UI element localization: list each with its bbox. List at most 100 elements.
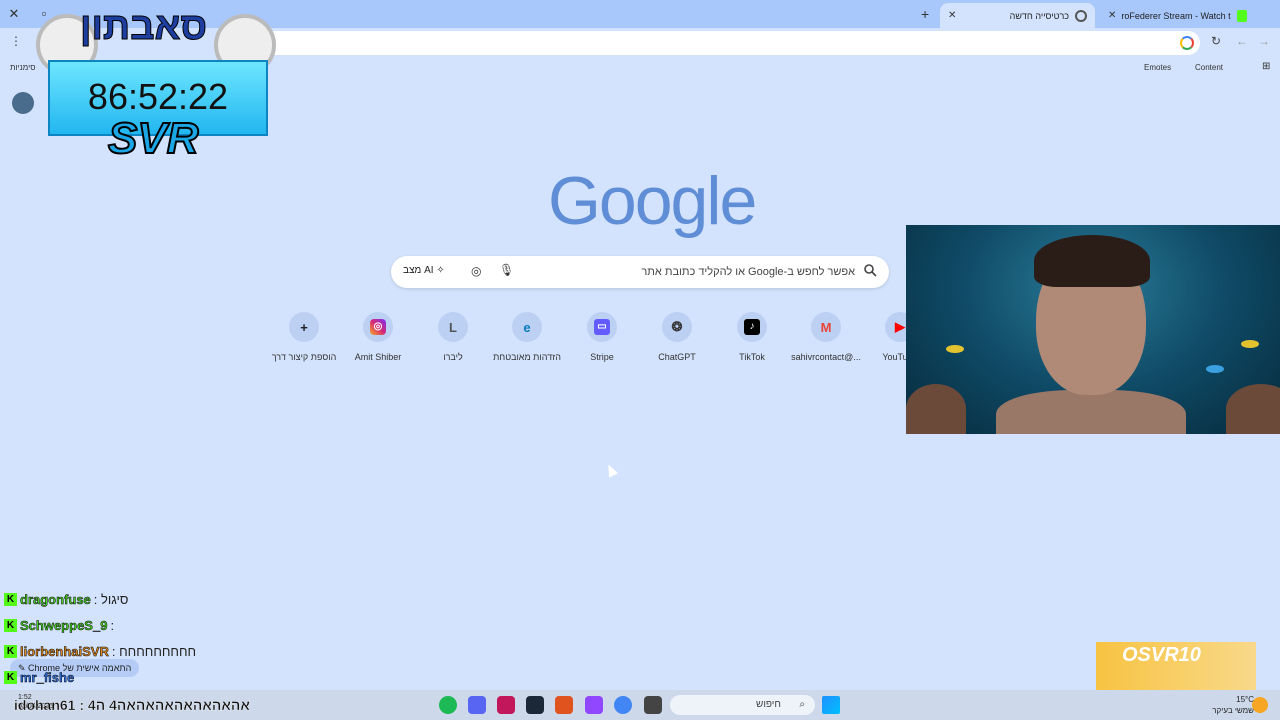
apps-icon[interactable]: ⊞ (1262, 61, 1270, 72)
chat-username: liorbenhaiSVR (20, 644, 109, 660)
tab-new-tab[interactable]: כרטיסייה חדשה ✕ (940, 3, 1095, 28)
kick-badge-icon: K (4, 645, 17, 658)
streamer-hair (1034, 235, 1150, 287)
kick-icon (1236, 9, 1247, 22)
shortcut-label: TikTok (739, 352, 765, 362)
kick-badge-icon: K (4, 593, 17, 606)
ai-mode-label: מצב AI (403, 265, 434, 276)
timer-subtitle: SVR (107, 113, 199, 164)
fish (946, 345, 964, 353)
new-tab-icon[interactable]: + (921, 6, 929, 22)
instagram-icon: ◎ (363, 312, 393, 342)
sun-icon (1252, 697, 1268, 713)
shortcut-libro[interactable]: L ליברו (416, 312, 490, 362)
chat-message: K dragonfuse : סיגול (4, 592, 128, 607)
coral (1226, 384, 1280, 434)
app-icon[interactable] (497, 696, 515, 714)
avatar[interactable] (12, 92, 34, 114)
kick-badge-icon: K (4, 619, 17, 632)
chat-message: K liorbenhaiSVR : חחחחחחחחח (4, 644, 196, 659)
bookmark-content[interactable]: Content (1195, 63, 1223, 72)
windows-start-icon[interactable] (822, 696, 840, 714)
lens-icon[interactable]: ◎ (471, 264, 481, 278)
address-bar[interactable] (250, 31, 1200, 55)
search-label: חיפוש (756, 699, 781, 710)
shortcut-label: ליברו (443, 352, 463, 362)
shortcut-label: הוספת קיצור דרך (271, 352, 337, 362)
tab-title: כרטיסייה חדשה (1009, 10, 1069, 21)
chat-username: SchweppeS_9 (20, 618, 108, 634)
shortcut-label: Stripe (590, 352, 614, 362)
chat-ticker: idohan61 : אהאהאהאהאהאהאה4 ה4 (14, 697, 250, 713)
chat-text: : חחחחחחחחח (111, 644, 197, 659)
timer-value: 86:52:22 (87, 76, 229, 117)
weather-temp: 15°C (1236, 695, 1254, 704)
search-icon: ⌕ (799, 699, 805, 710)
menu-icon[interactable]: ⋮ (10, 34, 22, 48)
search-input[interactable]: אפשר לחפש ב-Google או להקליד כתובת אתר (641, 266, 855, 278)
subathon-title: סאבתון (80, 6, 208, 49)
shortcut-chatgpt[interactable]: ❂ ChatGPT (640, 312, 714, 362)
close-window-icon[interactable]: ✕ (4, 5, 24, 23)
gmail-icon: M (811, 312, 841, 342)
chat-message: K SchweppeS_9 : (4, 618, 114, 633)
sponsor-banner: OSVR10 (1096, 642, 1256, 692)
shortcut-gmail[interactable]: M sahivrcontact@... (789, 312, 863, 362)
steam-icon[interactable] (526, 696, 544, 714)
mouse-cursor (603, 462, 619, 478)
shortcut-secure-login[interactable]: e הזדהות מאובטחת (490, 312, 564, 362)
forward-icon[interactable]: ← (1236, 34, 1248, 48)
chat-text: : סיגול (93, 592, 129, 607)
chrome-icon[interactable] (614, 696, 632, 714)
chatgpt-icon: ❂ (662, 312, 692, 342)
google-logo: Google (548, 163, 757, 239)
libro-icon: L (438, 312, 468, 342)
fish (1206, 365, 1224, 373)
tiktok-icon: ♪ (737, 312, 767, 342)
sponsor-code: OSVR10 (1122, 644, 1201, 666)
tab-pedrofederer[interactable]: PedroFederer Stream - Watch t ✕ (1100, 3, 1255, 28)
chat-username: dragonfuse (20, 592, 91, 608)
shortcut-label: Amit Shiber (354, 352, 402, 362)
shortcut-stripe[interactable]: ▭ Stripe (565, 312, 639, 362)
shortcut-label: ChatGPT (658, 352, 696, 362)
search-box[interactable]: אפשר לחפש ב-Google או להקליד כתובת אתר מ… (391, 256, 889, 288)
kick-badge-icon: K (4, 671, 17, 684)
shortcut-tiktok[interactable]: ♪ TikTok (715, 312, 789, 362)
taskbar: 1:52 03/04/2026 idohan61 : אהאהאהאהאהאהא… (0, 690, 1280, 720)
spotify-icon[interactable] (439, 696, 457, 714)
stripe-icon: ▭ (587, 312, 617, 342)
chrome-icon (1075, 9, 1087, 22)
discord-icon[interactable] (468, 696, 486, 714)
tab-title: PedroFederer Stream - Watch t (1122, 10, 1231, 21)
weather-widget[interactable]: 15°C שמשי בעיקר (1212, 694, 1254, 716)
app-icon[interactable] (555, 696, 573, 714)
plus-icon: + (289, 312, 319, 342)
mic-icon[interactable]: 🎙 (499, 263, 514, 277)
streamer-body (996, 390, 1186, 434)
shortcut-amit-shiber[interactable]: ◎ Amit Shiber (341, 312, 415, 362)
fish (1241, 340, 1259, 348)
chat-message: K mr_fishe (4, 670, 77, 685)
google-icon (1180, 36, 1194, 50)
ai-mode-button[interactable]: מצב AI ✧ (403, 265, 445, 276)
bookmark-emotes[interactable]: Emotes (1144, 63, 1171, 72)
all-bookmarks[interactable]: סימניות (10, 63, 35, 72)
search-icon (864, 264, 877, 277)
shortcut-add[interactable]: + הוספת קיצור דרך (267, 312, 341, 362)
taskbar-search[interactable]: חיפוש ⌕ (670, 695, 815, 715)
back-icon[interactable]: → (1258, 34, 1270, 48)
chat-username: mr_fishe (20, 670, 75, 686)
coral (906, 384, 966, 434)
shortcut-label: הזדהות מאובטחת (493, 352, 561, 362)
reload-icon[interactable]: ↻ (1211, 34, 1221, 48)
weather-desc: שמשי בעיקר (1212, 706, 1254, 715)
shortcut-label: sahivrcontact@... (791, 352, 861, 362)
close-tab-icon[interactable]: ✕ (1108, 10, 1116, 21)
close-tab-icon[interactable]: ✕ (948, 10, 956, 21)
webcam-feed (906, 225, 1280, 434)
twitch-icon[interactable] (585, 696, 603, 714)
edge-icon: e (512, 312, 542, 342)
terminal-icon[interactable] (644, 696, 662, 714)
chat-text: : (110, 618, 115, 633)
